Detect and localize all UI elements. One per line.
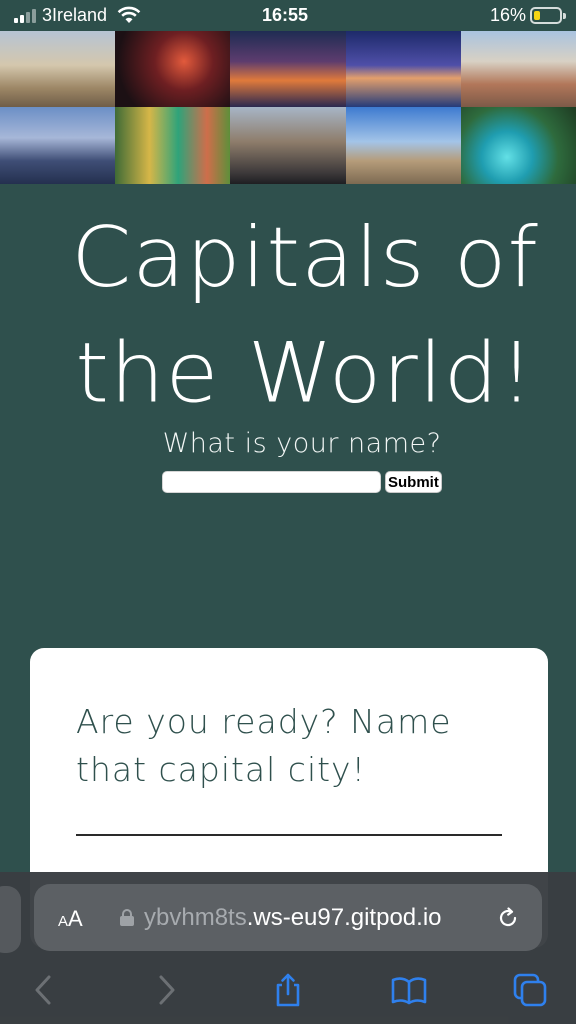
address-bar[interactable]: AA ybvhm8ts.ws-eu97.gitpod.io	[34, 884, 542, 951]
forward-icon[interactable]	[148, 972, 184, 1008]
url-host-rest: .ws-eu97.gitpod.io	[246, 904, 442, 931]
collage-photo-rabat	[345, 107, 461, 184]
collage-photo-cairo	[0, 31, 116, 107]
clock: 16:55	[262, 5, 309, 25]
page-title: Capitals of the World!	[40, 201, 570, 431]
url-host-prefix: ybvhm8ts	[144, 904, 247, 931]
bookmarks-icon[interactable]	[391, 972, 427, 1008]
share-icon[interactable]	[270, 972, 306, 1008]
collage-photo-tehran	[0, 107, 116, 184]
battery-icon	[530, 7, 566, 24]
collage-photo-city-night	[230, 31, 346, 107]
url-text[interactable]: ybvhm8ts.ws-eu97.gitpod.io	[144, 904, 442, 932]
cellular-signal-icon	[14, 9, 36, 23]
submit-button[interactable]: Submit	[385, 471, 442, 493]
quiz-heading: Are you ready? Name that capital city!	[76, 698, 516, 794]
collage-photo-rooftops	[460, 31, 576, 107]
collage-photo-canberra	[345, 31, 461, 107]
wifi-icon	[117, 6, 141, 29]
reload-icon[interactable]	[496, 906, 520, 930]
text-size-button[interactable]: AA	[58, 906, 83, 932]
capital-photo-collage	[0, 31, 576, 184]
collage-photo-london	[230, 107, 346, 184]
quiz-heading-line: that capital city!	[76, 750, 366, 789]
back-icon[interactable]	[26, 972, 62, 1008]
name-prompt: What is your name?	[162, 428, 442, 459]
collage-photo-waterfall	[460, 107, 576, 184]
tabs-icon[interactable]	[512, 972, 548, 1008]
status-bar: 3Ireland 16:55 16%	[0, 0, 576, 32]
page-title-line: the World!	[75, 325, 535, 422]
battery-percent: 16%	[490, 5, 527, 25]
carrier-name: 3Ireland	[42, 5, 108, 25]
collage-photo-street	[115, 107, 231, 184]
quiz-divider	[76, 834, 502, 836]
name-input[interactable]	[162, 471, 381, 493]
page-title-line: Capitals of	[71, 210, 539, 307]
browser-bottom-bar: AA ybvhm8ts.ws-eu97.gitpod.io	[0, 872, 576, 1024]
lock-icon	[120, 909, 134, 926]
name-form: Submit	[162, 471, 442, 493]
collage-photo-tango	[115, 31, 231, 107]
previous-tab-peek[interactable]	[0, 886, 21, 953]
quiz-heading-line: Are you ready? Name	[76, 702, 452, 741]
